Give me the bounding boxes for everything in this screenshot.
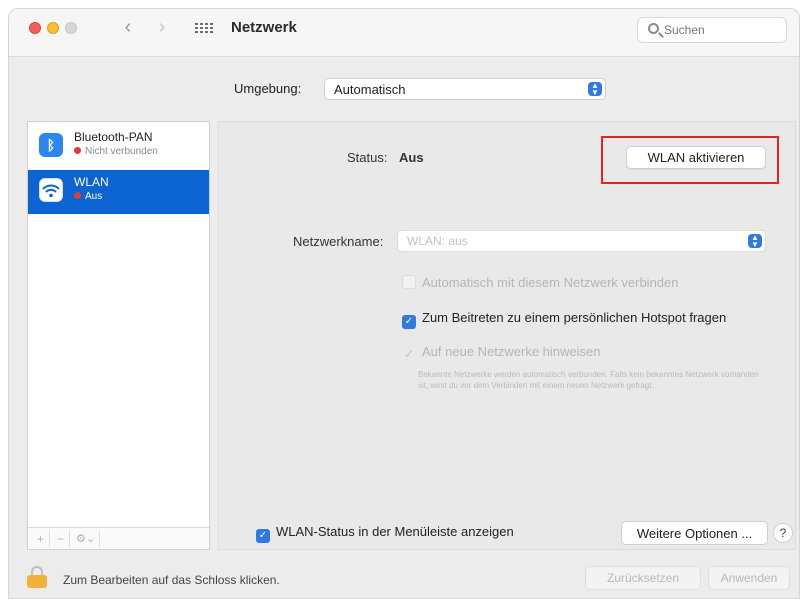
lock-icon[interactable] — [27, 566, 47, 588]
zoom-window-button[interactable] — [65, 22, 77, 34]
location-select[interactable]: Automatisch ▲ ▼ — [324, 78, 606, 100]
service-list: ᛒ Bluetooth-PAN Nicht verbunden WLAN Aus… — [27, 121, 210, 550]
window-title: Netzwerk — [231, 19, 297, 36]
bluetooth-icon: ᛒ — [39, 133, 63, 157]
revert-button[interactable]: Zurücksetzen — [585, 566, 701, 590]
remove-service-button[interactable]: − — [52, 531, 70, 547]
hotspot-prompt-checkbox[interactable]: ✓ Zum Beitreten zu einem persönlichen Hot… — [402, 310, 726, 329]
status-value: Aus — [399, 150, 424, 165]
checkmark-icon: ✓ — [403, 347, 415, 361]
checkmark-icon: ✓ — [256, 529, 270, 543]
network-name-label: Netzwerkname: — [293, 234, 384, 249]
checkbox-unchecked-icon — [402, 275, 416, 289]
more-options-button[interactable]: Weitere Optionen ... — [621, 521, 768, 545]
chevron-updown-icon: ▲ ▼ — [748, 234, 762, 249]
service-status: Nicht verbunden — [74, 146, 158, 157]
minimize-window-button[interactable] — [47, 22, 59, 34]
network-name-value: WLAN: aus — [407, 234, 468, 248]
status-dot-icon — [74, 147, 81, 154]
wlan-detail-pane: Status: Aus WLAN aktivieren Netzwerkname… — [218, 121, 796, 550]
service-action-menu-button[interactable]: ⚙︎⌄ — [72, 531, 100, 547]
wifi-icon — [39, 178, 63, 202]
service-name: Bluetooth-PAN — [74, 130, 153, 144]
close-window-button[interactable] — [29, 22, 41, 34]
service-status: Aus — [74, 191, 102, 202]
enable-wlan-button[interactable]: WLAN aktivieren — [626, 146, 766, 169]
location-label: Umgebung: — [234, 81, 302, 96]
chevron-updown-icon: ▲ ▼ — [588, 82, 602, 97]
apply-button[interactable]: Anwenden — [708, 566, 790, 590]
service-list-toolbar: + − ⚙︎⌄ — [28, 527, 209, 549]
ask-new-networks-checkbox[interactable]: ✓ Auf neue Netzwerke hinweisen — [402, 344, 601, 361]
show-in-menubar-checkbox[interactable]: ✓ WLAN-Status in der Menüleiste anzeigen — [256, 524, 514, 543]
lock-hint-text: Zum Bearbeiten auf das Schloss klicken. — [63, 573, 280, 587]
back-arrow-icon[interactable]: ‹ — [117, 13, 139, 41]
status-dot-icon — [74, 192, 81, 199]
toolbar: ‹ › Netzwerk — [9, 9, 799, 57]
search-input[interactable] — [664, 22, 782, 38]
service-item-bluetooth-pan[interactable]: ᛒ Bluetooth-PAN Nicht verbunden — [28, 125, 209, 169]
search-field[interactable] — [637, 17, 787, 43]
help-button[interactable]: ? — [773, 523, 793, 543]
show-all-grid-icon[interactable] — [195, 23, 213, 35]
auto-join-checkbox[interactable]: Automatisch mit diesem Netzwerk verbinde… — [402, 275, 679, 290]
service-item-wlan[interactable]: WLAN Aus — [28, 170, 209, 214]
checkmark-icon: ✓ — [402, 315, 416, 329]
ask-new-networks-description: Bekannte Netzwerke werden automatisch ve… — [418, 370, 759, 390]
status-label: Status: — [347, 150, 388, 165]
location-value: Automatisch — [334, 82, 406, 97]
service-name: WLAN — [74, 175, 109, 189]
search-icon — [648, 23, 659, 34]
add-service-button[interactable]: + — [32, 531, 50, 547]
forward-arrow-icon[interactable]: › — [151, 13, 173, 41]
network-preferences-window: ‹ › Netzwerk Umgebung: Automatisch ▲▼ ᛒ … — [8, 8, 800, 599]
network-name-select[interactable]: WLAN: aus ▲ ▼ — [397, 230, 766, 252]
